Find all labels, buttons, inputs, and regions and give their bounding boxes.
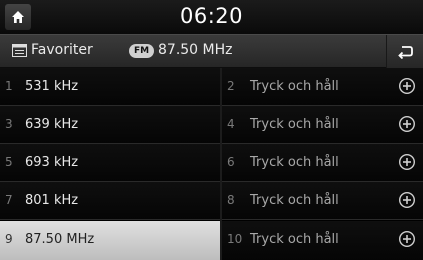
- plus-circle-icon[interactable]: [398, 77, 416, 95]
- favorites-list-icon: [12, 44, 27, 57]
- preset-2[interactable]: 2 Tryck och håll: [222, 68, 423, 106]
- back-arrow-icon: [398, 45, 413, 59]
- favorites-header: Favoriter FM 87.50 MHz: [0, 34, 423, 68]
- clock: 06:20: [179, 4, 244, 28]
- preset-7[interactable]: 7 801 kHz: [0, 182, 220, 220]
- preset-1[interactable]: 1 531 kHz: [0, 68, 220, 106]
- preset-label: 87.50 MHz: [25, 232, 95, 247]
- preset-label: 693 kHz: [25, 155, 79, 170]
- preset-number: 1: [5, 79, 13, 93]
- plus-circle-icon[interactable]: [398, 191, 416, 209]
- preset-label: Tryck och håll: [250, 117, 339, 132]
- preset-label: 531 kHz: [25, 79, 79, 94]
- preset-label: Tryck och håll: [250, 155, 339, 170]
- preset-10[interactable]: 10 Tryck och håll: [222, 221, 423, 260]
- preset-label: Tryck och håll: [250, 232, 339, 247]
- preset-9[interactable]: 9 87.50 MHz: [0, 221, 220, 260]
- top-bar: 06:20: [0, 0, 423, 34]
- preset-number: 6: [227, 155, 235, 169]
- preset-number: 9: [5, 232, 13, 246]
- preset-6[interactable]: 6 Tryck och håll: [222, 144, 423, 182]
- plus-circle-icon[interactable]: [398, 230, 416, 248]
- preset-label: Tryck och håll: [250, 79, 339, 94]
- preset-number: 3: [5, 117, 13, 131]
- preset-number: 2: [227, 79, 235, 93]
- preset-number: 8: [227, 193, 235, 207]
- preset-4[interactable]: 4 Tryck och håll: [222, 106, 423, 144]
- preset-label: 639 kHz: [25, 117, 79, 132]
- plus-circle-icon[interactable]: [398, 153, 416, 171]
- plus-circle-icon[interactable]: [398, 115, 416, 133]
- preset-grid: 1 531 kHz 2 Tryck och håll 3 639 kHz 4 T…: [0, 68, 423, 260]
- preset-8[interactable]: 8 Tryck och håll: [222, 182, 423, 220]
- preset-label: Tryck och håll: [250, 193, 339, 208]
- current-frequency: 87.50 MHz: [158, 42, 233, 58]
- preset-number: 4: [227, 117, 235, 131]
- preset-label: 801 kHz: [25, 193, 79, 208]
- preset-5[interactable]: 5 693 kHz: [0, 144, 220, 182]
- preset-3[interactable]: 3 639 kHz: [0, 106, 220, 144]
- preset-number: 7: [5, 193, 13, 207]
- band-badge: FM: [129, 44, 154, 58]
- favorites-title: Favoriter: [31, 42, 93, 58]
- preset-number: 5: [5, 155, 13, 169]
- preset-number: 10: [227, 232, 243, 246]
- back-button[interactable]: [386, 35, 423, 68]
